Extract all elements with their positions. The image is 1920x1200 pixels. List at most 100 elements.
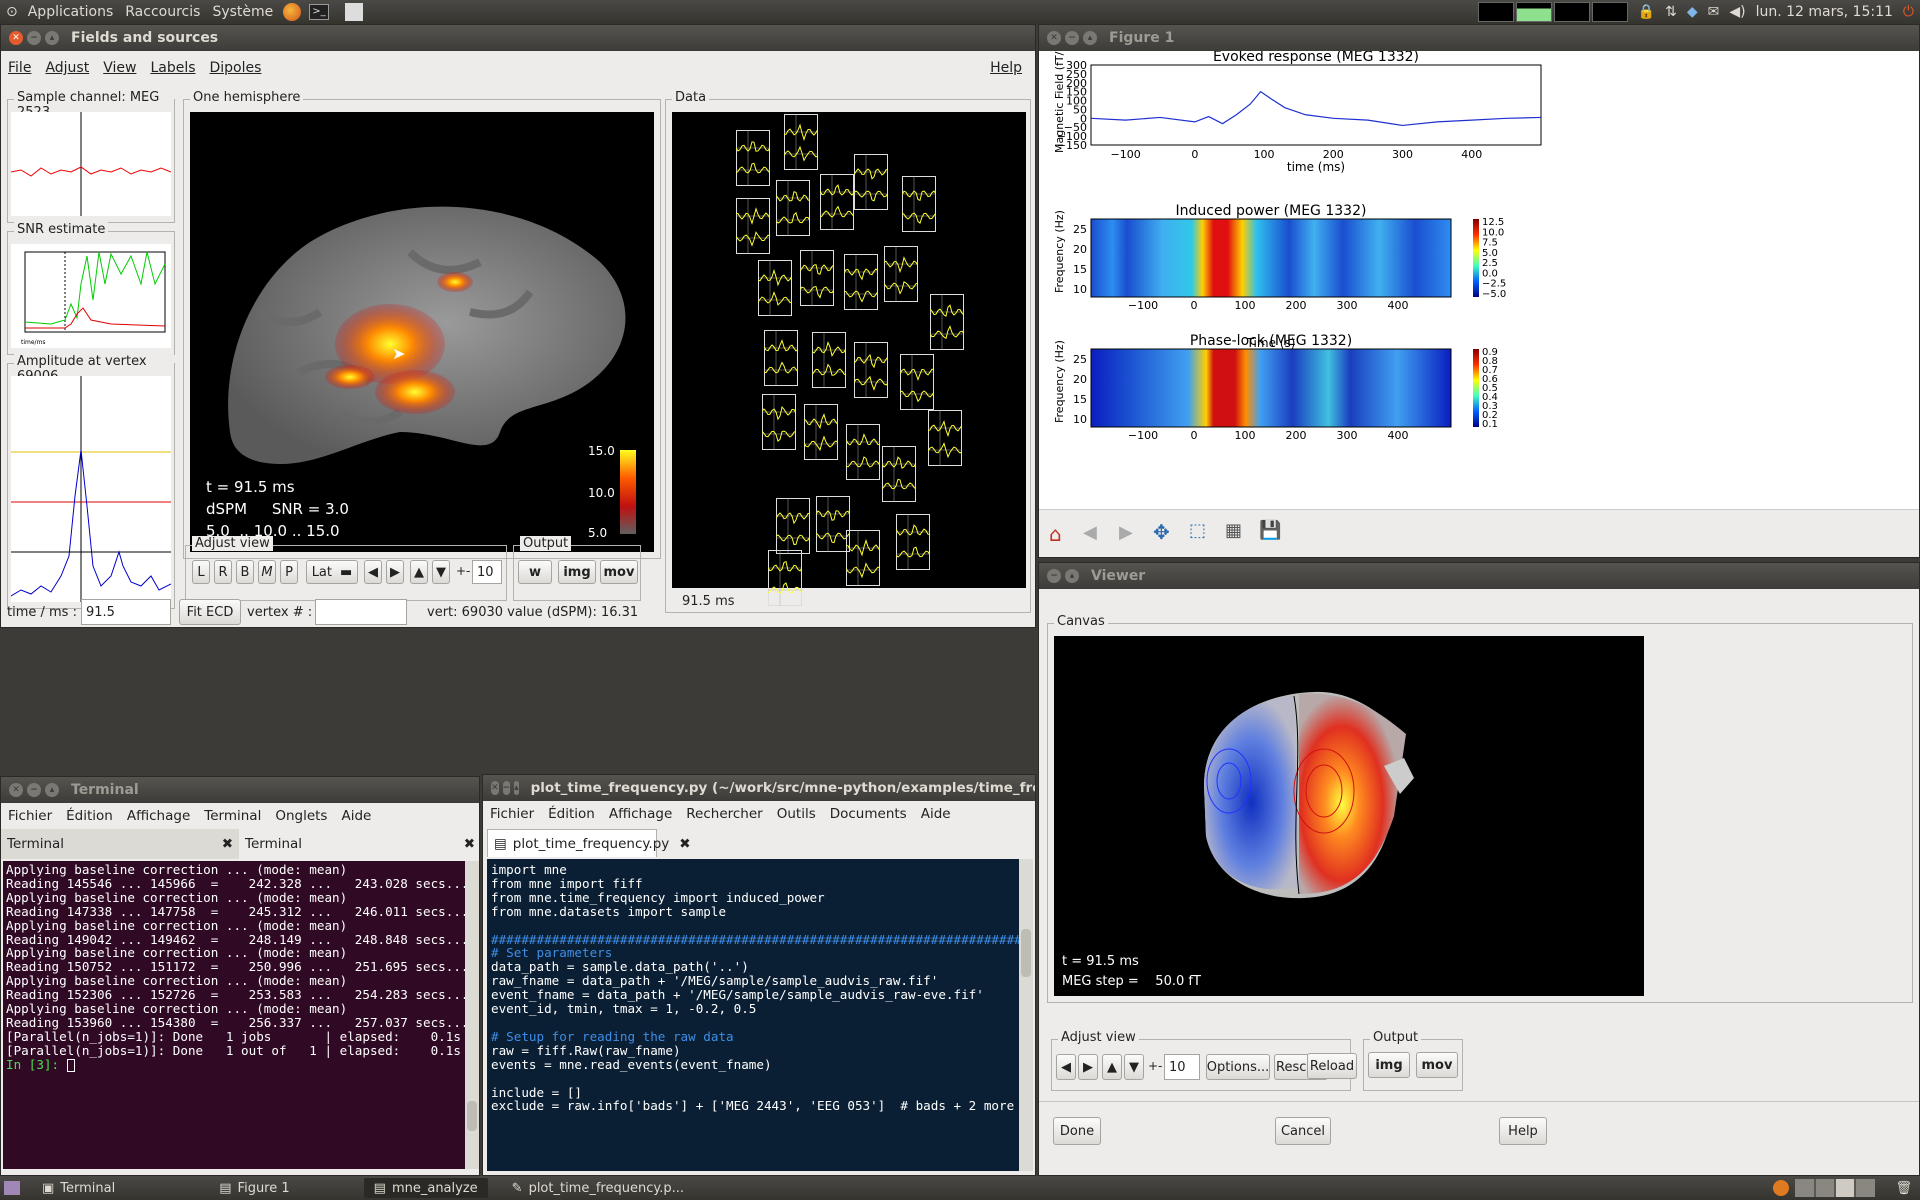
viewer-left-button[interactable]: ◀ <box>1056 1054 1076 1080</box>
maximize-icon[interactable]: ▴ <box>1065 569 1079 583</box>
maximize-icon[interactable]: ▴ <box>1083 31 1097 45</box>
terminal-titlebar[interactable]: ✕ − ▴ Terminal <box>1 777 479 803</box>
viewer-help-button[interactable]: Help <box>1499 1117 1547 1145</box>
output-mov-button[interactable]: mov <box>600 560 638 584</box>
menu-terminal[interactable]: Terminal <box>197 808 268 824</box>
close-icon[interactable]: ✕ <box>9 783 23 797</box>
viewer-up-button[interactable]: ▲ <box>1102 1054 1122 1080</box>
network-icon[interactable]: ⇅ <box>1665 4 1677 20</box>
rotate-up-button[interactable]: ▲ <box>410 560 428 584</box>
firefox-icon[interactable] <box>283 3 302 21</box>
taskbar-mne-analyze[interactable]: ▤ mne_analyze <box>363 1178 488 1198</box>
options-button[interactable]: Options... <box>1206 1054 1270 1080</box>
editor-tab[interactable]: ▤ plot_time_frequency.py ✖ <box>487 829 691 857</box>
menu-affichage[interactable]: Affichage <box>602 806 679 822</box>
menu-view[interactable]: View <box>96 60 143 76</box>
viewer-mov-button[interactable]: mov <box>1416 1052 1458 1078</box>
volume-icon[interactable]: ◀) <box>1729 4 1745 20</box>
home-icon[interactable]: ⌂ <box>1049 522 1062 546</box>
minimize-icon[interactable]: − <box>1065 31 1079 45</box>
zoom-icon[interactable]: ⬚ <box>1189 520 1206 541</box>
cancel-button[interactable]: Cancel <box>1275 1117 1331 1145</box>
output-img-button[interactable]: img <box>558 560 596 584</box>
view-right-button[interactable]: R <box>214 560 232 584</box>
ubuntu-logo-icon[interactable]: ⊙ <box>6 4 18 20</box>
menu-labels[interactable]: Labels <box>143 60 202 76</box>
lock-icon[interactable]: 🔒 <box>1638 4 1655 20</box>
menu-onglets[interactable]: Onglets <box>268 808 334 824</box>
time-input[interactable]: 91.5 <box>81 599 171 625</box>
minimize-icon[interactable]: − <box>502 781 511 795</box>
terminal-launcher-icon[interactable]: >_ <box>309 4 330 20</box>
workspace-switcher[interactable] <box>1795 1179 1876 1197</box>
menu-edition[interactable]: Édition <box>541 806 602 822</box>
view-posterior-button[interactable]: P <box>280 560 298 584</box>
maximize-icon[interactable]: ▴ <box>514 781 519 795</box>
viewer-down-button[interactable]: ▼ <box>1124 1054 1144 1080</box>
vertex-input[interactable] <box>315 599 407 625</box>
terminal-scroll-thumb[interactable] <box>467 1101 477 1131</box>
brain-canvas[interactable]: t = 91.5 ms dSPM SNR = 3.0 5.0 .. 10.0 .… <box>190 112 654 552</box>
menu-edition[interactable]: Édition <box>59 808 120 824</box>
editor-scroll-thumb[interactable] <box>1021 929 1031 977</box>
lat-select[interactable]: Lat ▬ <box>306 560 358 584</box>
data-canvas[interactable] <box>672 112 1026 606</box>
menu-shortcuts[interactable]: Raccourcis <box>125 4 200 20</box>
done-button[interactable]: Done <box>1053 1117 1101 1145</box>
configure-subplots-icon[interactable]: ▦ <box>1225 520 1242 541</box>
close-icon[interactable]: ✕ <box>491 781 499 795</box>
terminal-output[interactable]: Applying baseline correction ... (mode: … <box>3 861 465 1169</box>
power-icon[interactable]: ⏻ <box>1903 4 1914 20</box>
viewer-img-button[interactable]: img <box>1368 1052 1410 1078</box>
menu-rechercher[interactable]: Rechercher <box>679 806 769 822</box>
view-back-button[interactable]: B <box>236 560 254 584</box>
menu-affichage[interactable]: Affichage <box>120 808 197 824</box>
fields-titlebar[interactable]: ✕ − ▴ Fields and sources <box>1 25 1035 51</box>
fit-ecd-button[interactable]: Fit ECD <box>179 599 241 625</box>
view-left-button[interactable]: L <box>192 560 210 584</box>
reload-button[interactable]: Reload <box>1307 1053 1357 1079</box>
menu-adjust[interactable]: Adjust <box>38 60 96 76</box>
code-area[interactable]: import mne from mne import fiff from mne.t… <box>487 859 1019 1171</box>
taskbar-terminal[interactable]: ▣ Terminal <box>32 1178 125 1198</box>
view-medial-button[interactable]: M <box>258 560 276 584</box>
tab-terminal-1[interactable]: Terminal ✖ <box>1 829 239 859</box>
menu-fichier[interactable]: Fichier <box>483 806 541 822</box>
viewer-step-input[interactable]: 10 <box>1164 1054 1200 1080</box>
rotate-right-button[interactable]: ▶ <box>386 560 404 584</box>
viewer-right-button[interactable]: ▶ <box>1078 1054 1098 1080</box>
close-tab-icon[interactable]: ✖ <box>222 836 233 852</box>
rotate-down-button[interactable]: ▼ <box>432 560 450 584</box>
close-icon[interactable]: ✕ <box>1047 31 1061 45</box>
minimize-icon[interactable]: − <box>27 783 41 797</box>
menu-system[interactable]: Système <box>212 4 273 20</box>
viewer-titlebar[interactable]: − ▴ Viewer <box>1039 563 1919 589</box>
menu-applications[interactable]: Applications <box>28 4 114 20</box>
viewer-canvas[interactable]: t = 91.5 ms MEG step = 50.0 fT <box>1054 636 1644 996</box>
close-tab-icon[interactable]: ✖ <box>679 836 690 852</box>
output-w-button[interactable]: w <box>518 560 552 584</box>
pan-icon[interactable]: ✥ <box>1153 520 1170 544</box>
menu-aide[interactable]: Aide <box>334 808 378 824</box>
back-icon[interactable]: ◀ <box>1083 522 1097 543</box>
rotate-left-button[interactable]: ◀ <box>364 560 382 584</box>
minimize-icon[interactable]: − <box>27 31 41 45</box>
editor-titlebar[interactable]: ✕ − ▴ plot_time_frequency.py (~/work/src… <box>483 775 1035 801</box>
editor-scrollbar[interactable] <box>1019 859 1033 1171</box>
maximize-icon[interactable]: ▴ <box>45 31 59 45</box>
menu-aide[interactable]: Aide <box>914 806 958 822</box>
step-input[interactable]: 10 <box>472 560 502 584</box>
tab-terminal-2[interactable]: Terminal ✖ <box>239 829 479 859</box>
mail-icon[interactable]: ✉ <box>1708 4 1720 20</box>
notes-icon[interactable] <box>345 3 364 21</box>
clock[interactable]: lun. 12 mars, 15:11 <box>1756 4 1893 20</box>
menu-help[interactable]: Help <box>983 60 1029 76</box>
figure-titlebar[interactable]: ✕ − ▴ Figure 1 <box>1039 25 1919 51</box>
figure-canvas[interactable]: Evoked response (MEG 1332)30025020015010… <box>1039 51 1920 527</box>
terminal-scrollbar[interactable] <box>465 861 479 1169</box>
menu-outils[interactable]: Outils <box>770 806 823 822</box>
menu-file[interactable]: File <box>1 60 38 76</box>
menu-documents[interactable]: Documents <box>823 806 914 822</box>
menu-dipoles[interactable]: Dipoles <box>203 60 269 76</box>
firefox-tray-icon[interactable] <box>1773 1180 1790 1196</box>
